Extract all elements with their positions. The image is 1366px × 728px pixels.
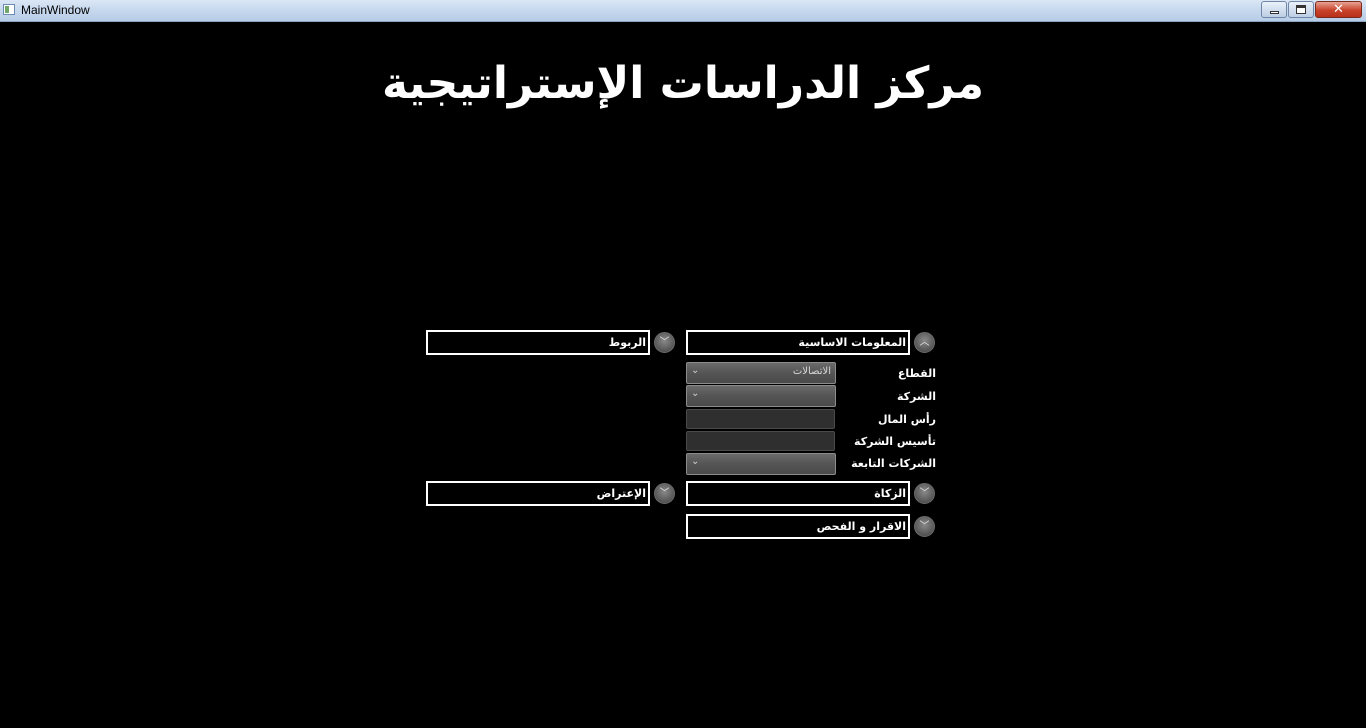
minimize-button[interactable] — [1261, 1, 1287, 18]
expander-basic-info[interactable]: المعلومات الاساسية ︿ — [686, 330, 936, 355]
close-button[interactable]: ✕ — [1315, 1, 1362, 18]
company-label: الشركة — [896, 390, 936, 403]
chevron-down-icon[interactable]: ﹀ — [654, 332, 675, 353]
minimize-icon — [1269, 11, 1279, 14]
sector-combobox-value: الاتصالات — [792, 366, 831, 377]
expander-objection-label: الإعتراض — [426, 481, 650, 506]
window-title: MainWindow — [21, 3, 90, 17]
subsidiaries-combobox[interactable]: ⌄ — [686, 453, 836, 475]
maximize-icon — [1296, 5, 1306, 14]
expander-objection[interactable]: الإعتراض ﹀ — [426, 481, 676, 506]
company-combobox[interactable]: ⌄ — [686, 385, 836, 407]
chevron-down-icon: ⌄ — [691, 365, 700, 376]
chevron-down-icon[interactable]: ﹀ — [914, 483, 935, 504]
expander-declaration-label: الاقرار و الفحص — [686, 514, 910, 539]
expander-links[interactable]: الربوط ﹀ — [426, 330, 676, 355]
expander-basic-info-label: المعلومات الاساسية — [686, 330, 910, 355]
founding-input[interactable] — [686, 431, 835, 451]
subsidiaries-label: الشركات التابعة — [851, 457, 936, 470]
maximize-button[interactable] — [1288, 1, 1314, 18]
sector-label: القطاع — [897, 367, 936, 380]
page-title: مركز الدراسات الإستراتيجية — [381, 58, 984, 109]
founding-label: تأسيس الشركة — [854, 435, 936, 448]
chevron-up-icon[interactable]: ︿ — [914, 332, 935, 353]
app-icon — [3, 4, 15, 15]
chevron-down-icon: ⌄ — [691, 388, 700, 399]
capital-input[interactable] — [686, 409, 835, 429]
capital-label: رأس المال — [877, 413, 936, 426]
expander-zakat[interactable]: الزكاة ﹀ — [686, 481, 936, 506]
expander-links-label: الربوط — [426, 330, 650, 355]
expander-zakat-label: الزكاة — [686, 481, 910, 506]
chevron-down-icon[interactable]: ﹀ — [654, 483, 675, 504]
chevron-down-icon[interactable]: ﹀ — [914, 516, 935, 537]
window-titlebar[interactable]: MainWindow ✕ — [0, 0, 1366, 22]
close-icon: ✕ — [1333, 2, 1344, 17]
chevron-down-icon: ⌄ — [691, 456, 700, 467]
expander-declaration[interactable]: الاقرار و الفحص ﹀ — [686, 514, 936, 539]
sector-combobox[interactable]: الاتصالات ⌄ — [686, 362, 836, 384]
